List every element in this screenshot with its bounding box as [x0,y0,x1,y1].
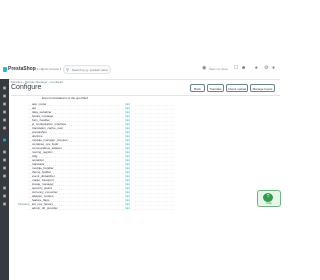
params-icon[interactable]: ▣ [2,185,7,190]
page-title: Configure [11,84,42,91]
design-icon[interactable]: ▣ [2,149,7,154]
help-widget[interactable]: ? Help [257,190,281,207]
prestashop-logo-icon[interactable] [3,67,7,72]
service-icon[interactable]: ▣ [2,117,7,122]
profile-icon[interactable]: ● [272,66,275,71]
view-store-link[interactable]: View my shop [209,67,228,71]
stats-icon[interactable]: ▣ [2,125,7,130]
notifications-icon[interactable]: ♠ [255,66,258,71]
back-button[interactable]: Back [190,84,205,92]
search-input[interactable] [72,67,108,72]
list-item: admin_url_provider [ok] [28,206,174,210]
user-icon[interactable]: ☻ [241,66,246,71]
sidebar: ▣ ▣ ▣ ▣ ▣ ▣ ▣ ▣ ▣ ▣ ▣ ▣ ▣ ▣ [0,79,9,280]
help-label: Help [266,202,272,205]
advanced-icon[interactable]: ▣ [2,193,7,198]
row-divider [28,209,174,210]
search-icon[interactable]: ⚲ [66,67,69,72]
config-list: app_router [ok] api [ok] data_serializer [ok]… [28,102,174,210]
top-navbar: PrestaShop 1.7.x.x Quick Access ▾ ⚲ ◉ Vi… [0,63,280,80]
quick-access-dropdown[interactable]: Quick Access ▾ [41,67,61,71]
shipping-icon[interactable]: ▣ [2,157,7,162]
orders-icon[interactable]: ▣ [2,93,7,98]
cart-icon[interactable]: ☐ [234,66,238,71]
footnote: Modules [18,202,30,206]
international-icon[interactable]: ▣ [2,173,7,178]
help-icon[interactable]: ? [263,193,273,202]
customers-icon[interactable]: ▣ [2,109,7,114]
payment-icon[interactable]: ▣ [2,165,7,170]
search-box[interactable]: ⚲ [63,65,111,74]
translate-button[interactable]: Translate [207,84,224,92]
card-heading: Export translations of the specified [42,96,88,100]
manage-hooks-button[interactable]: Manage hooks [250,84,275,92]
eye-icon[interactable]: ◉ [202,66,206,71]
catalog-icon[interactable]: ▣ [2,101,7,106]
orders-icon[interactable]: ⚙ [264,66,268,71]
logo-text[interactable]: PrestaShop [8,66,36,72]
more-icon[interactable]: ▣ [2,201,7,206]
check-update-button[interactable]: Check update [226,84,248,92]
config-card: Export translations of the specified app… [28,96,174,210]
dashboard-icon[interactable]: ▣ [2,85,7,90]
modules-icon[interactable]: ▣ [2,137,7,142]
